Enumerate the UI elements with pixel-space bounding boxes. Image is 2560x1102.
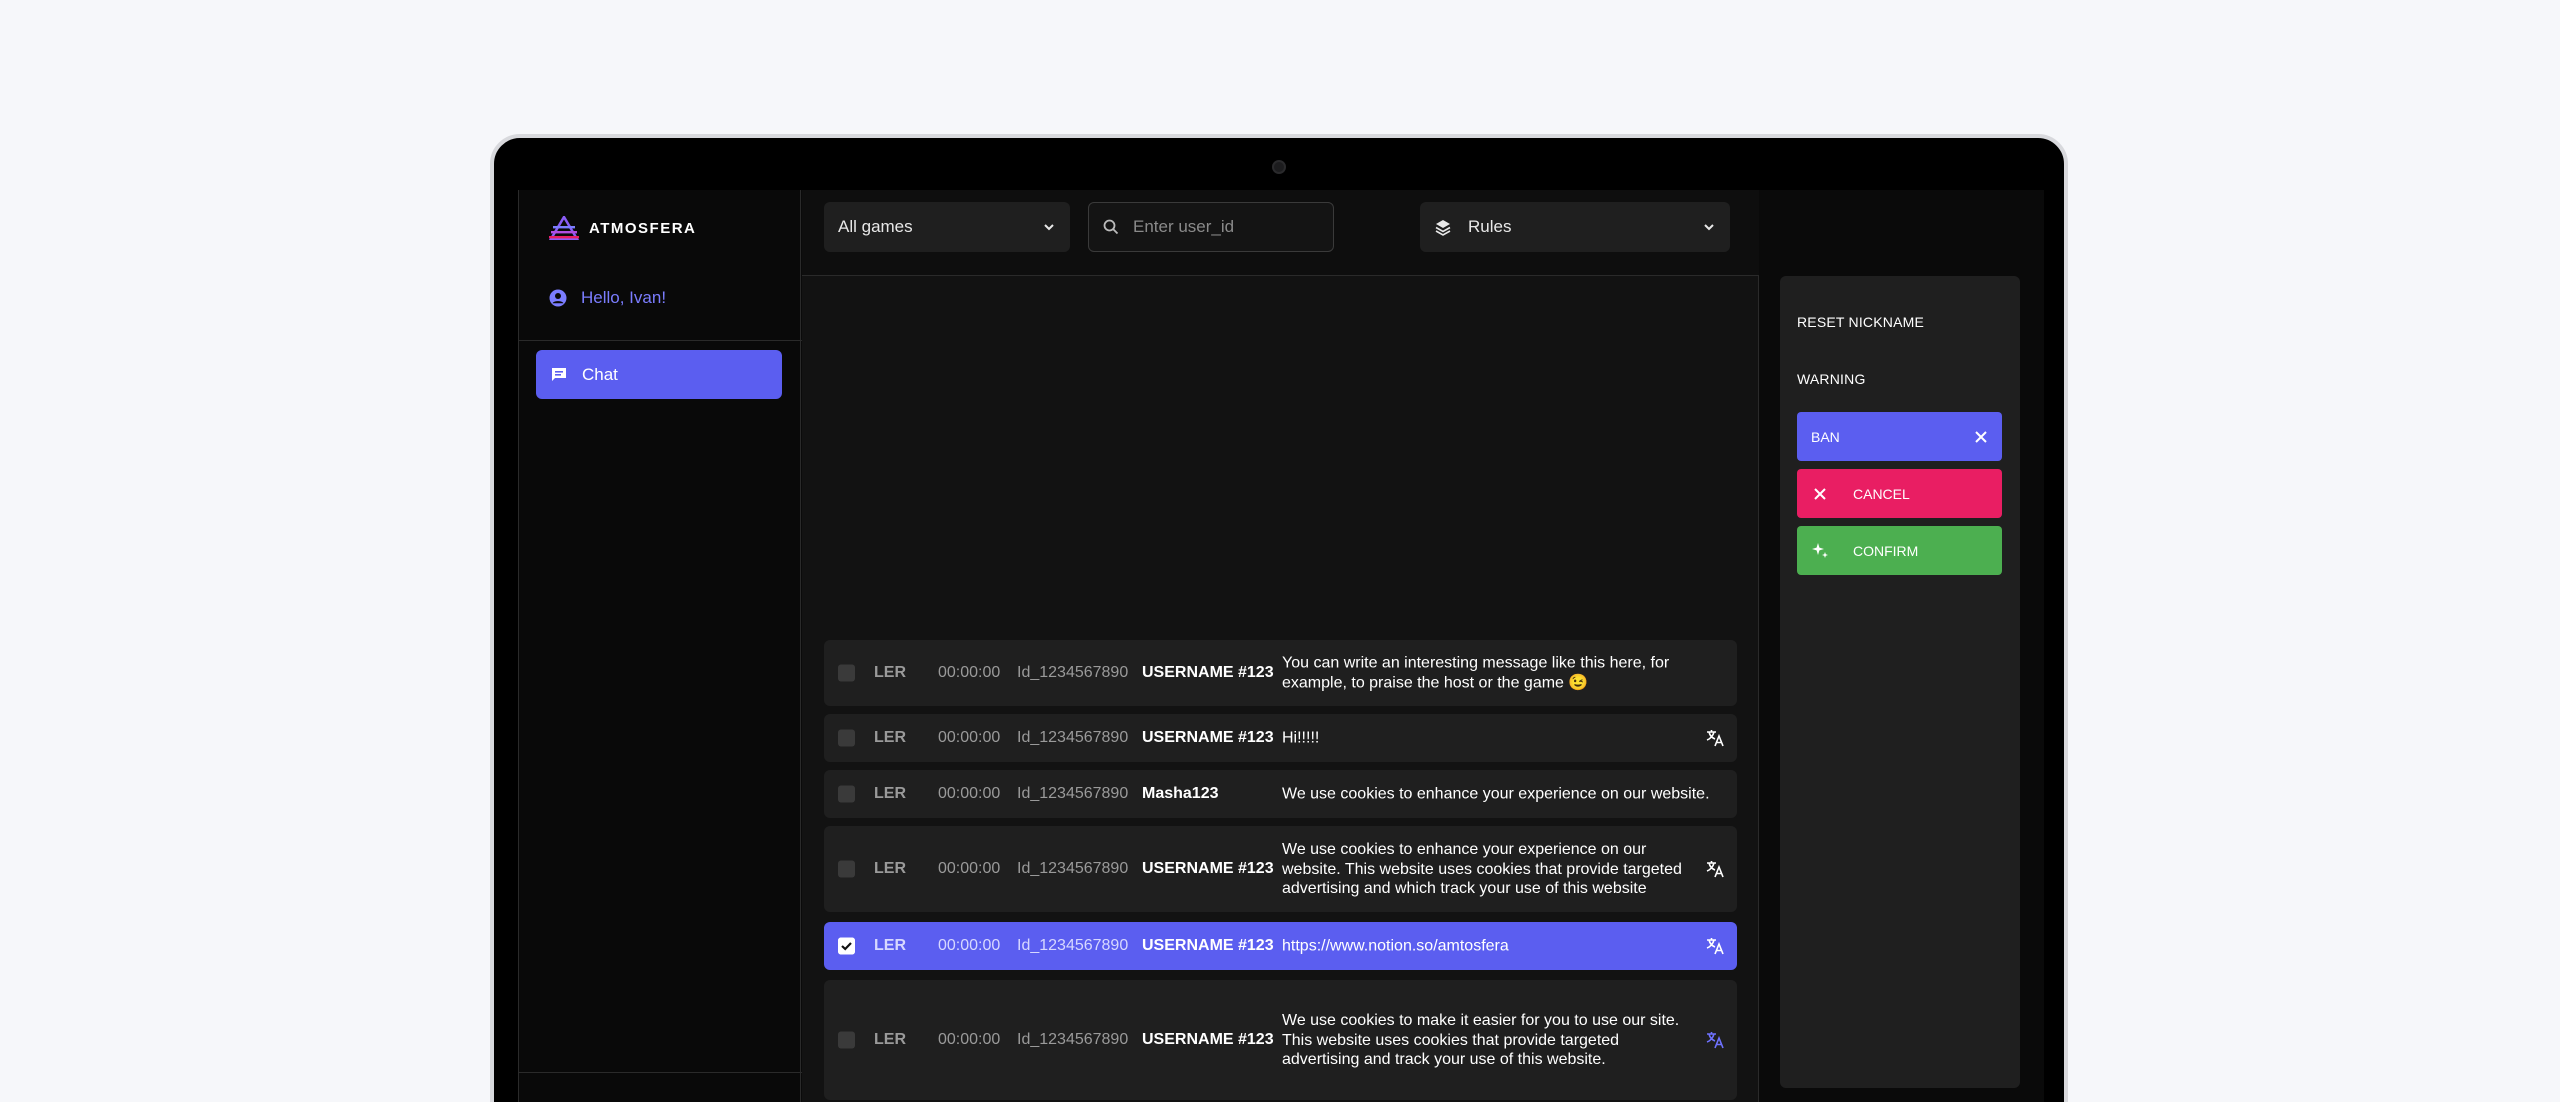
message-user-id: Id_1234567890 <box>1017 664 1129 681</box>
translate-icon[interactable] <box>1705 859 1725 879</box>
sidebar-bottom-divider <box>519 1072 802 1073</box>
message-text: Hi!!!!! <box>1282 729 1320 747</box>
row-checkbox[interactable] <box>838 785 855 803</box>
message-ler: LER <box>874 664 906 681</box>
cancel-button[interactable]: CANCEL <box>1797 469 2002 518</box>
rules-select[interactable]: Rules <box>1420 202 1730 252</box>
message-text: We use cookies to make it easier for you… <box>1282 1011 1680 1068</box>
row-checkbox[interactable] <box>838 664 855 682</box>
brand-logo[interactable]: ATMOSFERA <box>549 216 696 240</box>
user-greeting[interactable]: Hello, Ivan! <box>549 288 666 308</box>
message-ler: LER <box>874 785 906 802</box>
message-row[interactable]: LER 00:00:00 Id_1234567890 USERNAME #123… <box>824 640 1737 706</box>
row-checkbox-checked[interactable] <box>838 937 855 955</box>
message-ler: LER <box>874 860 906 877</box>
rules-select-value: Rules <box>1468 217 1512 236</box>
webcam <box>1272 160 1286 174</box>
rules-stack-icon <box>1435 220 1451 236</box>
message-row[interactable]: LER 00:00:00 Id_1234567890 Masha123 We u… <box>824 770 1737 818</box>
message-time: 00:00:00 <box>938 937 1001 954</box>
user-circle-icon <box>549 289 567 307</box>
message-row-selected[interactable]: LER 00:00:00 Id_1234567890 USERNAME #123… <box>824 922 1737 970</box>
checkmark-icon <box>838 937 855 955</box>
message-username[interactable]: USERNAME #123 <box>1142 937 1274 955</box>
message-time: 00:00:00 <box>938 729 1001 746</box>
message-username[interactable]: Masha123 <box>1142 785 1219 803</box>
reset-nickname-action[interactable]: RESET NICKNAME <box>1797 314 1924 330</box>
message-row[interactable]: LER 00:00:00 Id_1234567890 USERNAME #123… <box>824 714 1737 762</box>
message-text: We use cookies to enhance your experienc… <box>1282 785 1710 803</box>
laptop-frame: ATMOSFERA Hello, Ivan! Chat All games En… <box>490 134 2068 1102</box>
message-username[interactable]: USERNAME #123 <box>1142 860 1274 878</box>
confirm-label: CONFIRM <box>1853 542 1919 559</box>
message-ler: LER <box>874 729 906 746</box>
message-user-id: Id_1234567890 <box>1017 785 1129 802</box>
translate-icon[interactable] <box>1705 728 1725 748</box>
row-checkbox[interactable] <box>838 1031 855 1049</box>
translate-icon-active[interactable] <box>1705 1030 1725 1050</box>
message-ler: LER <box>874 937 906 954</box>
message-row[interactable]: LER 00:00:00 Id_1234567890 USERNAME #123… <box>824 826 1737 912</box>
close-icon <box>1814 487 1826 500</box>
translate-icon[interactable] <box>1705 936 1725 956</box>
search-input[interactable] <box>1133 217 1313 237</box>
user-id-search[interactable] <box>1088 202 1334 252</box>
cancel-label: CANCEL <box>1853 485 1910 502</box>
chat-icon <box>552 367 566 381</box>
chevron-down-icon <box>1704 224 1714 231</box>
message-row[interactable]: LER 00:00:00 Id_1234567890 USERNAME #123… <box>824 980 1737 1100</box>
message-user-id: Id_1234567890 <box>1017 860 1129 877</box>
message-username[interactable]: USERNAME #123 <box>1142 729 1274 747</box>
message-text: You can write an interesting message lik… <box>1282 654 1670 692</box>
ban-label: BAN <box>1811 428 1840 445</box>
warning-action[interactable]: WARNING <box>1797 371 1866 387</box>
message-time: 00:00:00 <box>938 785 1001 802</box>
chat-main: All games Rules <box>802 190 1759 1102</box>
chevron-down-icon <box>1044 224 1054 231</box>
message-time: 00:00:00 <box>938 860 1001 877</box>
close-icon[interactable] <box>1974 430 1988 444</box>
message-user-id: Id_1234567890 <box>1017 937 1129 954</box>
message-time: 00:00:00 <box>938 664 1001 681</box>
sidebar-divider <box>519 340 802 341</box>
sidebar-item-label: Chat <box>582 364 618 384</box>
message-username[interactable]: USERNAME #123 <box>1142 664 1274 682</box>
search-icon <box>1103 219 1119 235</box>
message-user-id: Id_1234567890 <box>1017 1031 1129 1048</box>
ban-action[interactable]: BAN <box>1797 412 2002 461</box>
sidebar: ATMOSFERA Hello, Ivan! Chat <box>518 190 802 1102</box>
message-ler: LER <box>874 1031 906 1048</box>
game-select-value: All games <box>838 217 913 236</box>
sidebar-item-chat[interactable]: Chat <box>536 350 782 399</box>
filter-bar: All games Rules <box>802 190 1759 276</box>
moderation-actions-panel: RESET NICKNAME WARNING BAN CANCEL CONFIR… <box>1780 276 2020 1088</box>
game-select[interactable]: All games <box>824 202 1070 252</box>
atmosfera-logo-icon <box>549 216 579 240</box>
row-checkbox[interactable] <box>838 729 855 747</box>
row-checkbox[interactable] <box>838 860 855 878</box>
greeting-text: Hello, Ivan! <box>581 288 667 307</box>
message-time: 00:00:00 <box>938 1031 1001 1048</box>
sparkle-icon <box>1812 542 1828 558</box>
message-username[interactable]: USERNAME #123 <box>1142 1031 1274 1049</box>
app-screen: ATMOSFERA Hello, Ivan! Chat All games En… <box>518 190 2044 1102</box>
message-link[interactable]: https://www.notion.so/amtosfera <box>1282 936 1692 956</box>
brand-name: ATMOSFERA <box>589 219 697 237</box>
message-user-id: Id_1234567890 <box>1017 729 1129 746</box>
message-text: We use cookies to enhance your experienc… <box>1282 840 1682 897</box>
confirm-button[interactable]: CONFIRM <box>1797 526 2002 575</box>
